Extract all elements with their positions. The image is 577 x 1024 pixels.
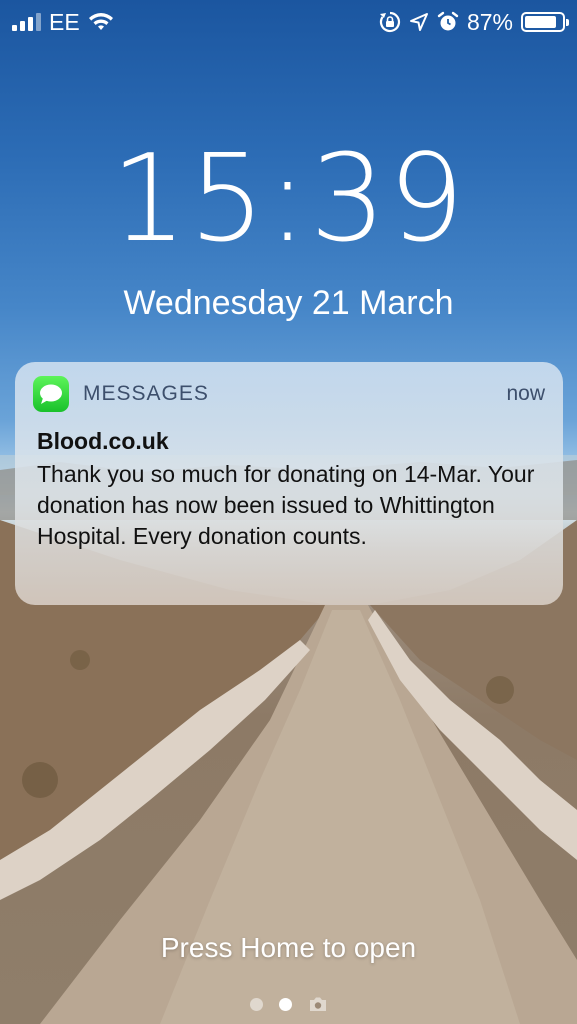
battery-percentage: 87% xyxy=(466,8,513,35)
message-notification-card[interactable]: MESSAGES now Blood.co.uk Thank you so mu… xyxy=(15,362,563,605)
notification-body: Thank you so much for donating on 14-Mar… xyxy=(37,461,535,549)
status-bar-right: 87% xyxy=(379,8,569,36)
page-dot-current xyxy=(278,997,292,1011)
cellular-signal-icon xyxy=(12,13,41,31)
messages-app-icon xyxy=(33,376,69,412)
page-dot-widgets xyxy=(249,997,263,1011)
status-bar: EE 87% xyxy=(0,0,577,44)
notification-time: now xyxy=(506,382,545,405)
status-bar-left: EE xyxy=(12,9,114,36)
battery-icon xyxy=(521,12,569,32)
page-indicator xyxy=(0,996,577,1012)
rotation-lock-icon xyxy=(379,11,401,33)
camera-icon xyxy=(309,997,326,1011)
lock-screen-date: Wednesday 21 March xyxy=(123,284,454,322)
press-home-hint: Press Home to open xyxy=(160,932,417,963)
notification-sender: Blood.co.uk xyxy=(37,428,169,454)
notification-app-name: MESSAGES xyxy=(83,382,209,405)
battery-level-fill xyxy=(525,16,557,28)
wifi-icon xyxy=(88,13,113,30)
lock-screen-time: 15:39 xyxy=(110,130,467,269)
notification-header: MESSAGES now xyxy=(15,362,563,426)
carrier-name: EE xyxy=(49,8,80,35)
alarm-icon xyxy=(437,11,459,31)
location-arrow-icon xyxy=(409,13,428,31)
speech-bubble-icon xyxy=(40,384,62,404)
